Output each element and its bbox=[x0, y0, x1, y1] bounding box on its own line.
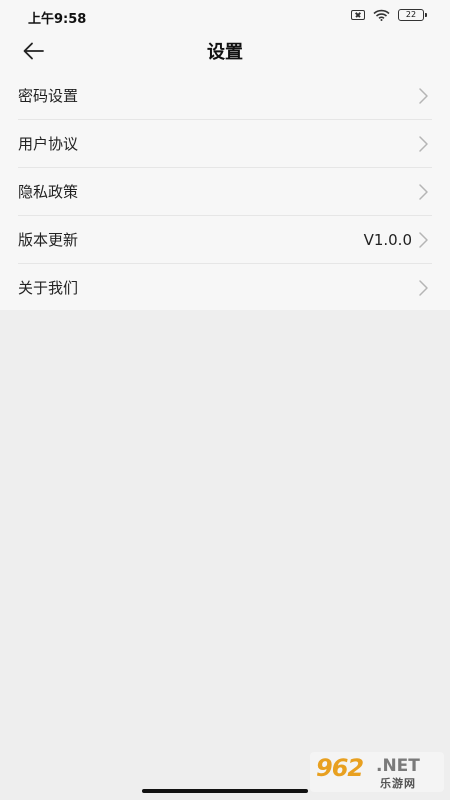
nav-bar: 设置 bbox=[0, 32, 450, 70]
menu-item-label: 关于我们 bbox=[18, 279, 79, 297]
menu-item-label: 隐私政策 bbox=[18, 183, 79, 201]
status-icons: 22 bbox=[351, 9, 427, 21]
menu-item-password-settings[interactable]: 密码设置 bbox=[18, 72, 432, 120]
home-indicator[interactable] bbox=[142, 789, 308, 793]
wifi-icon bbox=[373, 9, 390, 21]
chevron-right-icon bbox=[419, 231, 428, 248]
chevron-right-icon bbox=[419, 135, 428, 152]
page-title: 设置 bbox=[207, 42, 243, 63]
chevron-right-icon bbox=[419, 183, 428, 200]
menu-item-label: 密码设置 bbox=[18, 87, 79, 105]
watermark-subtitle: 乐游网 bbox=[380, 777, 416, 790]
status-bar: 上午9:58 22 bbox=[0, 0, 450, 32]
sim-disabled-icon bbox=[351, 10, 365, 20]
menu-item-about-us[interactable]: 关于我们 bbox=[18, 264, 432, 311]
chevron-right-icon bbox=[419, 279, 428, 296]
menu-item-user-agreement[interactable]: 用户协议 bbox=[18, 120, 432, 168]
status-time: 上午9:58 bbox=[28, 12, 87, 27]
chevron-right-icon bbox=[419, 87, 428, 104]
menu-item-privacy-policy[interactable]: 隐私政策 bbox=[18, 168, 432, 216]
menu-item-label: 用户协议 bbox=[18, 135, 79, 153]
menu-item-version-update[interactable]: 版本更新 V1.0.0 bbox=[18, 216, 432, 264]
battery-icon: 22 bbox=[398, 9, 427, 21]
menu-item-label: 版本更新 bbox=[18, 231, 79, 249]
watermark-number: 962 bbox=[316, 754, 364, 782]
watermark-logo: 962 .NET 乐游网 bbox=[310, 752, 444, 792]
settings-menu: 密码设置 用户协议 隐私政策 版本更新 V1.0.0 关于我们 bbox=[0, 72, 450, 311]
version-value: V1.0.0 bbox=[363, 230, 412, 249]
settings-panel: 上午9:58 22 设置 密码设置 用户协议 隐私政策 版本更新 V1.0.0 … bbox=[0, 0, 450, 310]
watermark-net: .NET bbox=[376, 756, 420, 776]
